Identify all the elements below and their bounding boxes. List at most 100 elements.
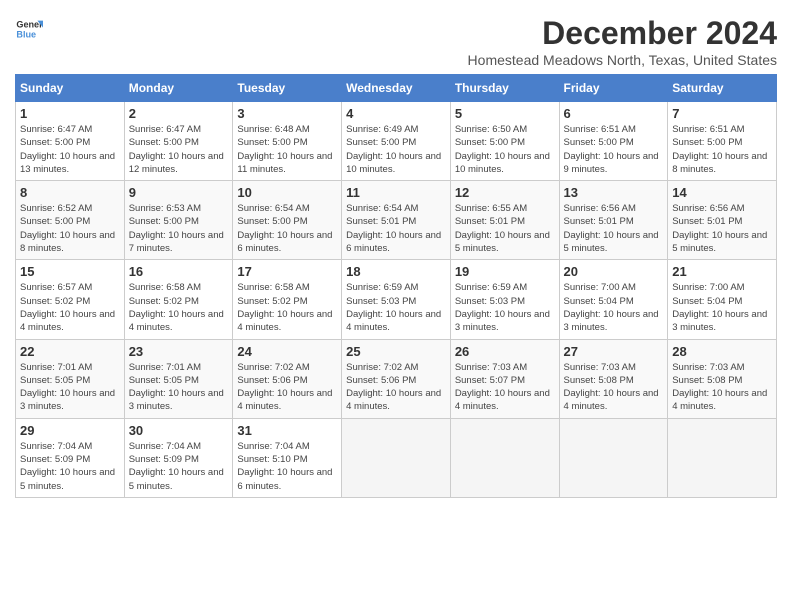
- day-number: 7: [672, 106, 772, 121]
- day-cell: [450, 418, 559, 497]
- day-number: 24: [237, 344, 337, 359]
- day-number: 1: [20, 106, 120, 121]
- header-row: SundayMondayTuesdayWednesdayThursdayFrid…: [16, 75, 777, 102]
- day-cell: 7 Sunrise: 6:51 AM Sunset: 5:00 PM Daylig…: [668, 102, 777, 181]
- calendar-table: SundayMondayTuesdayWednesdayThursdayFrid…: [15, 74, 777, 498]
- day-info: Sunrise: 6:50 AM Sunset: 5:00 PM Dayligh…: [455, 123, 555, 176]
- day-cell: [559, 418, 668, 497]
- day-info: Sunrise: 6:51 AM Sunset: 5:00 PM Dayligh…: [564, 123, 664, 176]
- day-cell: 3 Sunrise: 6:48 AM Sunset: 5:00 PM Daylig…: [233, 102, 342, 181]
- day-cell: 1 Sunrise: 6:47 AM Sunset: 5:00 PM Daylig…: [16, 102, 125, 181]
- day-number: 9: [129, 185, 229, 200]
- day-info: Sunrise: 6:51 AM Sunset: 5:00 PM Dayligh…: [672, 123, 772, 176]
- header: General Blue December 2024 Homestead Mea…: [15, 15, 777, 68]
- day-number: 23: [129, 344, 229, 359]
- day-cell: [668, 418, 777, 497]
- week-row-1: 1 Sunrise: 6:47 AM Sunset: 5:00 PM Daylig…: [16, 102, 777, 181]
- day-cell: 19 Sunrise: 6:59 AM Sunset: 5:03 PM Dayli…: [450, 260, 559, 339]
- day-info: Sunrise: 7:01 AM Sunset: 5:05 PM Dayligh…: [20, 361, 120, 414]
- day-info: Sunrise: 6:57 AM Sunset: 5:02 PM Dayligh…: [20, 281, 120, 334]
- day-number: 31: [237, 423, 337, 438]
- col-header-thursday: Thursday: [450, 75, 559, 102]
- day-cell: [342, 418, 451, 497]
- day-cell: 24Sunrise: 7:02 AM Sunset: 5:06 PM Dayli…: [233, 339, 342, 418]
- day-cell: 30 Sunrise: 7:04 AM Sunset: 5:09 PM Dayli…: [124, 418, 233, 497]
- day-cell: 9Sunrise: 6:53 AM Sunset: 5:00 PM Daylig…: [124, 181, 233, 260]
- col-header-saturday: Saturday: [668, 75, 777, 102]
- day-cell: 17 Sunrise: 6:58 AM Sunset: 5:02 PM Dayli…: [233, 260, 342, 339]
- day-info: Sunrise: 6:56 AM Sunset: 5:01 PM Dayligh…: [564, 202, 664, 255]
- day-cell: 27 Sunrise: 7:03 AM Sunset: 5:08 PM Dayli…: [559, 339, 668, 418]
- day-number: 22: [20, 344, 120, 359]
- day-info: Sunrise: 6:59 AM Sunset: 5:03 PM Dayligh…: [455, 281, 555, 334]
- day-number: 15: [20, 264, 120, 279]
- week-row-3: 15 Sunrise: 6:57 AM Sunset: 5:02 PM Dayli…: [16, 260, 777, 339]
- day-cell: 16 Sunrise: 6:58 AM Sunset: 5:02 PM Dayli…: [124, 260, 233, 339]
- week-row-4: 22 Sunrise: 7:01 AM Sunset: 5:05 PM Dayli…: [16, 339, 777, 418]
- day-number: 11: [346, 185, 446, 200]
- day-cell: 22 Sunrise: 7:01 AM Sunset: 5:05 PM Dayli…: [16, 339, 125, 418]
- day-number: 16: [129, 264, 229, 279]
- col-header-wednesday: Wednesday: [342, 75, 451, 102]
- day-cell: 10 Sunrise: 6:54 AM Sunset: 5:00 PM Dayli…: [233, 181, 342, 260]
- day-cell: 11 Sunrise: 6:54 AM Sunset: 5:01 PM Dayli…: [342, 181, 451, 260]
- day-number: 4: [346, 106, 446, 121]
- logo-icon: General Blue: [15, 15, 43, 43]
- day-info: Sunrise: 7:04 AM Sunset: 5:09 PM Dayligh…: [20, 440, 120, 493]
- week-row-5: 29 Sunrise: 7:04 AM Sunset: 5:09 PM Dayli…: [16, 418, 777, 497]
- day-cell: 23Sunrise: 7:01 AM Sunset: 5:05 PM Dayli…: [124, 339, 233, 418]
- day-number: 28: [672, 344, 772, 359]
- day-info: Sunrise: 6:54 AM Sunset: 5:00 PM Dayligh…: [237, 202, 337, 255]
- month-title: December 2024: [468, 15, 777, 52]
- day-cell: 13 Sunrise: 6:56 AM Sunset: 5:01 PM Dayli…: [559, 181, 668, 260]
- day-number: 30: [129, 423, 229, 438]
- day-number: 17: [237, 264, 337, 279]
- day-cell: 18 Sunrise: 6:59 AM Sunset: 5:03 PM Dayli…: [342, 260, 451, 339]
- day-info: Sunrise: 7:03 AM Sunset: 5:08 PM Dayligh…: [564, 361, 664, 414]
- day-number: 29: [20, 423, 120, 438]
- day-cell: 6 Sunrise: 6:51 AM Sunset: 5:00 PM Daylig…: [559, 102, 668, 181]
- day-info: Sunrise: 6:58 AM Sunset: 5:02 PM Dayligh…: [129, 281, 229, 334]
- day-number: 6: [564, 106, 664, 121]
- day-cell: 31 Sunrise: 7:04 AM Sunset: 5:10 PM Dayli…: [233, 418, 342, 497]
- day-cell: 28 Sunrise: 7:03 AM Sunset: 5:08 PM Dayli…: [668, 339, 777, 418]
- day-info: Sunrise: 6:59 AM Sunset: 5:03 PM Dayligh…: [346, 281, 446, 334]
- day-number: 26: [455, 344, 555, 359]
- svg-text:Blue: Blue: [16, 29, 36, 39]
- day-number: 21: [672, 264, 772, 279]
- day-info: Sunrise: 6:47 AM Sunset: 5:00 PM Dayligh…: [20, 123, 120, 176]
- day-cell: 8Sunrise: 6:52 AM Sunset: 5:00 PM Daylig…: [16, 181, 125, 260]
- day-info: Sunrise: 6:48 AM Sunset: 5:00 PM Dayligh…: [237, 123, 337, 176]
- day-cell: 20Sunrise: 7:00 AM Sunset: 5:04 PM Dayli…: [559, 260, 668, 339]
- day-number: 19: [455, 264, 555, 279]
- day-number: 8: [20, 185, 120, 200]
- day-info: Sunrise: 7:03 AM Sunset: 5:08 PM Dayligh…: [672, 361, 772, 414]
- col-header-sunday: Sunday: [16, 75, 125, 102]
- col-header-tuesday: Tuesday: [233, 75, 342, 102]
- logo: General Blue: [15, 15, 43, 43]
- day-cell: 15 Sunrise: 6:57 AM Sunset: 5:02 PM Dayli…: [16, 260, 125, 339]
- day-info: Sunrise: 7:04 AM Sunset: 5:09 PM Dayligh…: [129, 440, 229, 493]
- day-info: Sunrise: 6:54 AM Sunset: 5:01 PM Dayligh…: [346, 202, 446, 255]
- day-number: 2: [129, 106, 229, 121]
- day-number: 3: [237, 106, 337, 121]
- title-area: December 2024 Homestead Meadows North, T…: [468, 15, 777, 68]
- day-number: 13: [564, 185, 664, 200]
- day-info: Sunrise: 6:56 AM Sunset: 5:01 PM Dayligh…: [672, 202, 772, 255]
- day-info: Sunrise: 7:02 AM Sunset: 5:06 PM Dayligh…: [346, 361, 446, 414]
- col-header-friday: Friday: [559, 75, 668, 102]
- day-cell: 12 Sunrise: 6:55 AM Sunset: 5:01 PM Dayli…: [450, 181, 559, 260]
- day-cell: 2Sunrise: 6:47 AM Sunset: 5:00 PM Daylig…: [124, 102, 233, 181]
- day-info: Sunrise: 6:58 AM Sunset: 5:02 PM Dayligh…: [237, 281, 337, 334]
- day-number: 10: [237, 185, 337, 200]
- day-number: 5: [455, 106, 555, 121]
- day-number: 12: [455, 185, 555, 200]
- location-title: Homestead Meadows North, Texas, United S…: [468, 52, 777, 68]
- day-number: 27: [564, 344, 664, 359]
- day-info: Sunrise: 6:55 AM Sunset: 5:01 PM Dayligh…: [455, 202, 555, 255]
- day-info: Sunrise: 6:49 AM Sunset: 5:00 PM Dayligh…: [346, 123, 446, 176]
- day-info: Sunrise: 7:03 AM Sunset: 5:07 PM Dayligh…: [455, 361, 555, 414]
- day-number: 18: [346, 264, 446, 279]
- day-info: Sunrise: 7:04 AM Sunset: 5:10 PM Dayligh…: [237, 440, 337, 493]
- day-info: Sunrise: 7:00 AM Sunset: 5:04 PM Dayligh…: [672, 281, 772, 334]
